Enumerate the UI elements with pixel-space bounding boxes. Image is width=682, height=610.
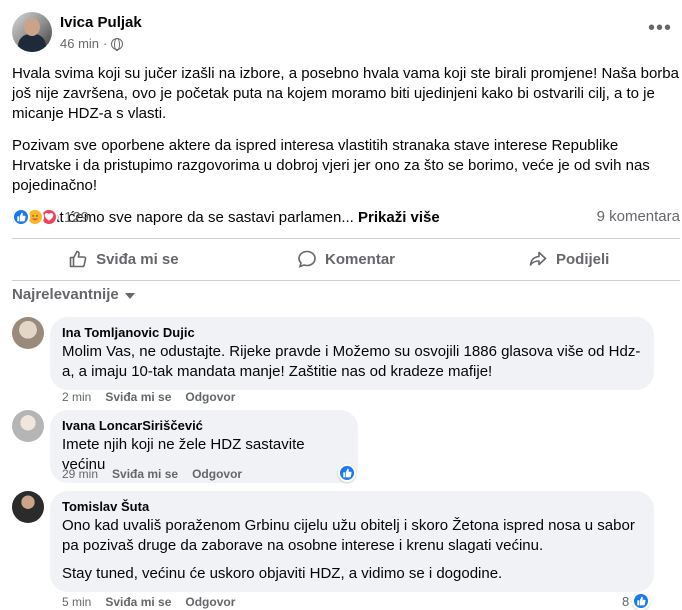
comment-bubble-icon <box>298 250 316 268</box>
comment-text: Molim Vas, ne odustajte. Rijeke pravde i… <box>62 343 641 380</box>
commenter-avatar[interactable] <box>12 491 44 523</box>
post-meta: 46 min · <box>60 36 124 51</box>
share-button-label: Podijeli <box>556 250 610 268</box>
comment-button[interactable]: Komentar <box>235 240 458 278</box>
share-arrow-icon <box>529 251 547 266</box>
comment-time[interactable]: 29 min <box>62 467 98 481</box>
see-more-link[interactable]: Prikaži više <box>358 209 440 226</box>
comment-time[interactable]: 2 min <box>62 390 91 404</box>
thumbs-up-icon <box>343 468 352 478</box>
comment-count-link[interactable]: 9 komentara <box>597 208 680 225</box>
comment-time[interactable]: 5 min <box>62 595 91 609</box>
post-paragraph: Pozivam sve oporbene aktere da ispred in… <box>12 137 650 194</box>
comment-reply-link[interactable]: Odgovor <box>185 595 235 609</box>
post-paragraph: Hvala svima koji su jučer izašli na izbo… <box>12 65 679 122</box>
thumbs-up-icon <box>637 596 646 606</box>
comment-text: Stay tuned, većinu će uskoro objaviti HD… <box>62 565 503 582</box>
globe-icon <box>111 37 124 51</box>
comment-reply-link[interactable]: Odgovor <box>185 390 235 404</box>
like-reaction-icon <box>12 208 30 226</box>
reactions-summary[interactable]: 129 <box>12 206 89 228</box>
comment-meta: 29 min Sviđa mi se Odgovor <box>62 467 242 481</box>
commenter-avatar[interactable] <box>12 410 44 442</box>
comment-like-link[interactable]: Sviđa mi se <box>112 467 178 481</box>
comment-like-link[interactable]: Sviđa mi se <box>105 390 171 404</box>
caret-down-icon <box>124 292 135 299</box>
comment-meta: 2 min Sviđa mi se Odgovor <box>62 390 235 404</box>
comment-reaction-count: 8 <box>622 594 630 609</box>
author-avatar[interactable] <box>12 12 52 52</box>
comment-like-badge[interactable] <box>338 464 356 482</box>
share-button[interactable]: Podijeli <box>457 240 680 278</box>
like-button[interactable]: Sviđa mi se <box>12 240 235 278</box>
post-time[interactable]: 46 min <box>60 36 99 51</box>
commenter-name[interactable]: Ina Tomljanovic Dujic <box>62 325 642 340</box>
comment-reply-link[interactable]: Odgovor <box>192 467 242 481</box>
post-paragraph-truncated: Podržat ćemo sve napore da se sastavi pa… <box>12 208 680 228</box>
comment-button-label: Komentar <box>325 250 396 268</box>
commenter-name[interactable]: Tomislav Šuta <box>62 499 642 514</box>
comment-bubble: Tomislav Šuta Ono kad uvališ poraženom G… <box>50 491 654 592</box>
post-header: Ivica Puljak 46 min · ••• <box>12 12 672 56</box>
sort-label: Najrelevantnije <box>12 286 119 303</box>
comment-text: Ono kad uvališ poraženom Grbinu cijelu u… <box>62 517 635 554</box>
comment-like-link[interactable]: Sviđa mi se <box>105 595 171 609</box>
meta-separator: · <box>103 36 108 51</box>
author-name[interactable]: Ivica Puljak <box>60 14 142 31</box>
divider <box>12 280 680 281</box>
post-actions-bar: Sviđa mi se Komentar Podijeli <box>12 240 680 278</box>
divider <box>12 238 680 239</box>
post-body: Hvala svima koji su jučer izašli na izbo… <box>12 64 680 240</box>
comment-like-badge[interactable] <box>632 592 650 610</box>
commenter-avatar[interactable] <box>12 317 44 349</box>
more-options-button[interactable]: ••• <box>648 18 672 38</box>
comment-bubble: Ina Tomljanovic Dujic Molim Vas, ne odus… <box>50 317 654 390</box>
thumbs-up-icon <box>69 250 87 268</box>
like-button-label: Sviđa mi se <box>96 250 179 268</box>
reaction-count: 129 <box>64 208 90 226</box>
commenter-name[interactable]: Ivana LoncarSiriščević <box>62 418 346 433</box>
comment-meta: 5 min Sviđa mi se Odgovor <box>62 595 235 609</box>
comment-sort-dropdown[interactable]: Najrelevantnije <box>12 286 135 303</box>
